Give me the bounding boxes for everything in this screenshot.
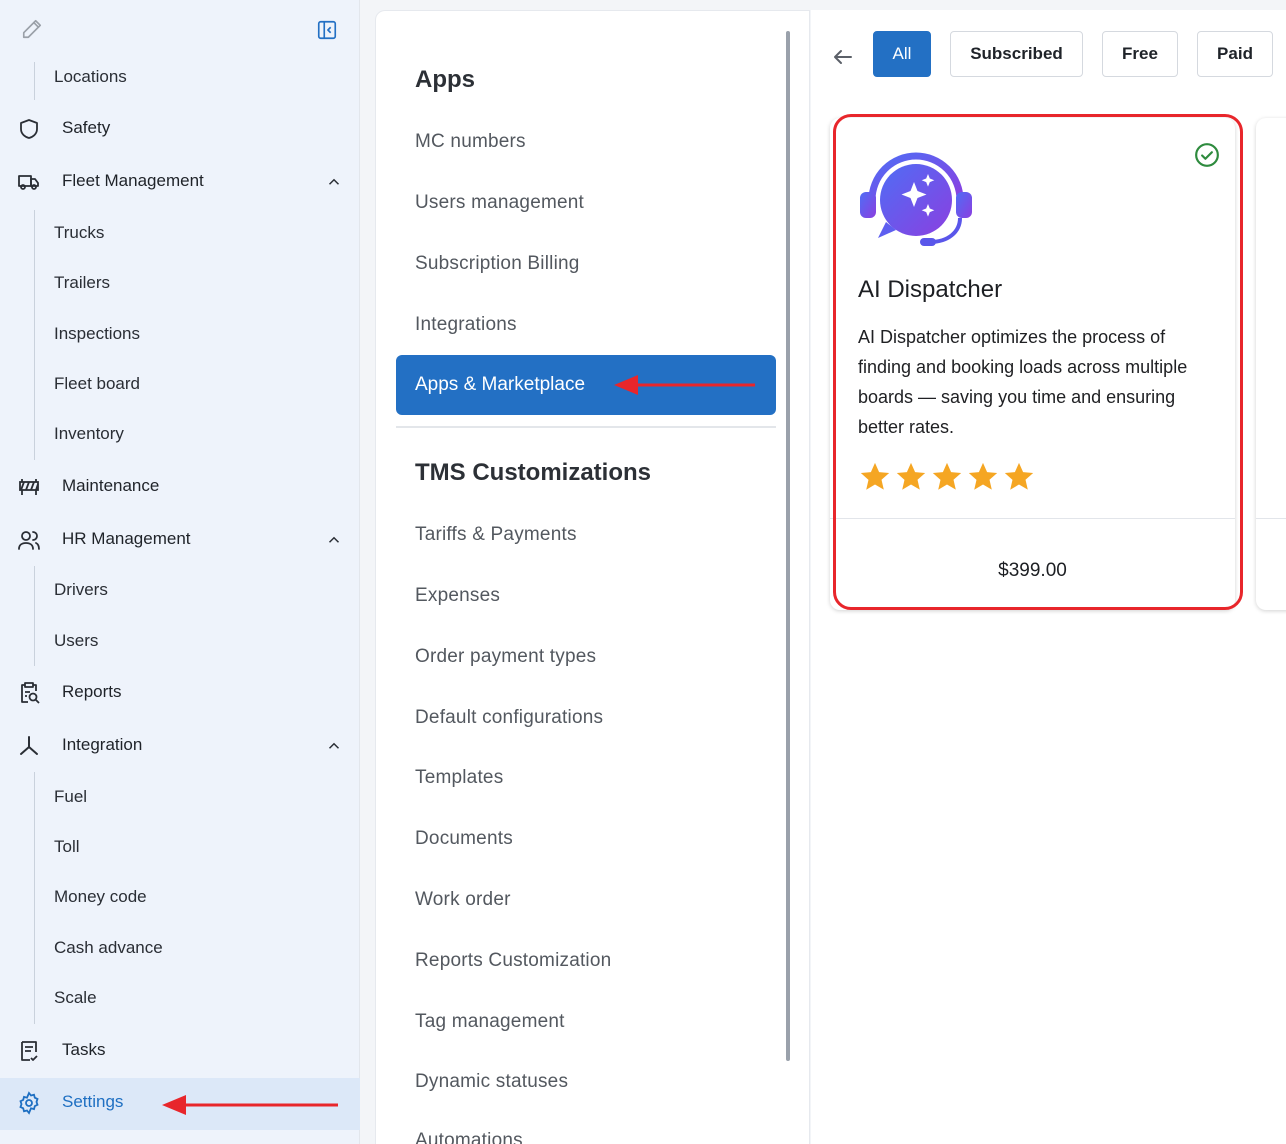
sidebar-item-hr-management[interactable]: HR Management [0, 515, 360, 565]
apps-heading: Apps [415, 66, 475, 93]
sidebar-item-locations[interactable]: Locations [0, 53, 360, 103]
sidebar-item-fuel[interactable]: Fuel [0, 773, 360, 823]
sidebar-item-label: Trucks [54, 223, 105, 242]
sidebar-item-trucks[interactable]: Trucks [0, 209, 360, 259]
integration-icon [20, 736, 38, 755]
collapse-sidebar-icon[interactable] [316, 19, 338, 41]
back-arrow-icon[interactable] [831, 45, 855, 69]
menu-item-integrations[interactable]: Integrations [415, 314, 517, 336]
sidebar-item-inspections[interactable]: Inspections [0, 310, 360, 360]
sidebar-item-label: Fleet board [54, 374, 140, 393]
divider [396, 426, 776, 428]
sidebar-item-label: Inspections [54, 324, 140, 343]
filter-subscribed-button[interactable]: Subscribed [950, 31, 1083, 77]
sidebar-item-label: Scale [54, 988, 97, 1007]
tms-customizations-heading: TMS Customizations [415, 459, 652, 486]
sidebar-item-label: Locations [54, 67, 127, 86]
sidebar-item-users[interactable]: Users [0, 617, 360, 667]
sidebar: Locations Safety Fleet Management Trucks… [0, 0, 360, 1144]
menu-item-automations[interactable]: Automations [415, 1130, 523, 1144]
sidebar-item-fleet-management[interactable]: Fleet Management [0, 157, 360, 207]
filter-free-button[interactable]: Free [1102, 31, 1178, 77]
chevron-up-icon[interactable] [325, 173, 343, 191]
menu-item-tariffs-payments[interactable]: Tariffs & Payments [415, 524, 577, 546]
sidebar-item-label: Tasks [62, 1040, 106, 1059]
shield-icon [20, 119, 38, 139]
sidebar-item-tasks[interactable]: Tasks [0, 1026, 360, 1076]
sidebar-item-label: Money code [54, 887, 147, 906]
menu-item-templates[interactable]: Templates [415, 767, 503, 789]
annotation-arrow-apps-marketplace [614, 375, 755, 395]
sidebar-header [0, 0, 360, 58]
menu-item-subscription-billing[interactable]: Subscription Billing [415, 253, 580, 275]
menu-item-work-order[interactable]: Work order [415, 889, 511, 911]
sidebar-item-money-code[interactable]: Money code [0, 873, 360, 923]
sidebar-item-label: Cash advance [54, 938, 163, 957]
scrollbar[interactable] [786, 31, 790, 1061]
menu-item-expenses[interactable]: Expenses [415, 585, 500, 607]
sidebar-item-toll[interactable]: Toll [0, 823, 360, 873]
people-icon [18, 531, 40, 550]
chevron-up-icon[interactable] [325, 531, 343, 549]
menu-item-dynamic-statuses[interactable]: Dynamic statuses [415, 1071, 568, 1093]
sidebar-item-inventory[interactable]: Inventory [0, 410, 360, 460]
maintenance-icon [19, 479, 39, 495]
sidebar-item-label: Toll [54, 837, 80, 856]
filter-paid-button[interactable]: Paid [1197, 31, 1273, 77]
menu-item-reports-customization[interactable]: Reports Customization [415, 950, 611, 972]
sidebar-item-label: Integration [62, 735, 143, 754]
report-icon [21, 682, 40, 704]
menu-item-documents[interactable]: Documents [415, 828, 513, 850]
sidebar-item-label: Safety [62, 118, 111, 137]
sidebar-item-label: Drivers [54, 580, 108, 599]
tasks-icon [21, 1041, 38, 1061]
marketplace-panel: All Subscribed Free Paid AI Dispatcher A… [811, 10, 1286, 1144]
sidebar-item-label: Settings [62, 1092, 124, 1111]
menu-item-tag-management[interactable]: Tag management [415, 1011, 565, 1033]
menu-item-label: Apps & Marketplace [415, 374, 586, 395]
sidebar-item-label: HR Management [62, 529, 191, 548]
sidebar-item-label: Fuel [54, 787, 88, 806]
sidebar-item-label: Maintenance [62, 476, 160, 495]
sidebar-item-label: Reports [62, 682, 122, 701]
sidebar-item-safety[interactable]: Safety [0, 104, 360, 154]
sidebar-item-trailers[interactable]: Trailers [0, 259, 360, 309]
settings-menu: Apps MC numbers Users management Subscri… [375, 10, 810, 1144]
menu-item-users-management[interactable]: Users management [415, 192, 584, 214]
sidebar-item-label: Fleet Management [62, 171, 204, 190]
sidebar-item-label: Inventory [54, 424, 124, 443]
sidebar-item-label: Trailers [54, 273, 111, 292]
chevron-up-icon[interactable] [325, 737, 343, 755]
card-divider [1256, 518, 1286, 519]
annotation-arrow-settings [162, 1095, 338, 1115]
gear-icon [19, 1091, 39, 1115]
app-card-next[interactable] [1256, 118, 1286, 610]
sidebar-item-integration[interactable]: Integration [0, 721, 360, 771]
sidebar-item-reports[interactable]: Reports [0, 668, 360, 718]
truck-icon [18, 175, 39, 190]
menu-item-order-payment-types[interactable]: Order payment types [415, 646, 596, 668]
sidebar-item-cash-advance[interactable]: Cash advance [0, 924, 360, 974]
sidebar-item-fleet-board[interactable]: Fleet board [0, 360, 360, 410]
filter-all-button[interactable]: All [873, 31, 931, 77]
sidebar-item-maintenance[interactable]: Maintenance [0, 462, 360, 512]
menu-item-default-configurations[interactable]: Default configurations [415, 707, 603, 729]
menu-item-mc-numbers[interactable]: MC numbers [415, 131, 526, 153]
sidebar-item-label: Users [54, 631, 99, 650]
pencil-icon[interactable] [21, 18, 43, 40]
sidebar-item-drivers[interactable]: Drivers [0, 566, 360, 616]
highlight-outline [833, 114, 1243, 610]
sidebar-item-scale[interactable]: Scale [0, 974, 360, 1024]
